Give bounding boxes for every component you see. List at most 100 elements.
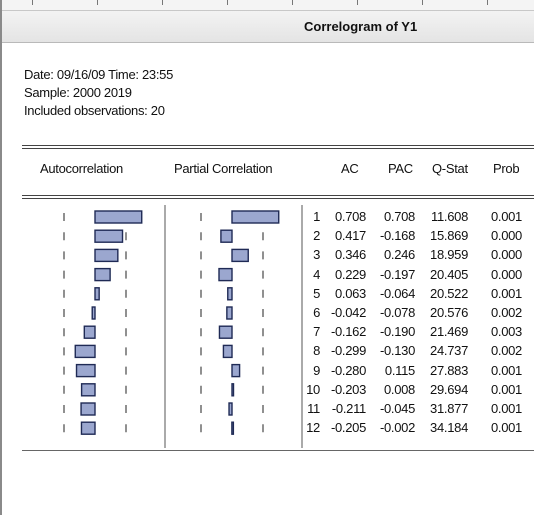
lag-cell: 5 <box>313 285 320 301</box>
qstat-cell: 24.737 <box>430 343 468 359</box>
pac-bar <box>226 306 233 320</box>
ac-cell: -0.162 <box>330 324 366 340</box>
ac-bar <box>80 402 96 416</box>
lag-cell: 12 <box>306 420 320 436</box>
lag-cell: 1 <box>313 209 320 224</box>
sample-line: Sample: 2000 2019 <box>24 85 132 100</box>
top-ruler <box>2 0 534 11</box>
lag-cell: 11 <box>307 401 320 416</box>
pac-cell: -0.197 <box>379 266 415 282</box>
ac-cell: -0.299 <box>330 343 366 359</box>
date-time-line: Date: 09/16/09 Time: 23:55 <box>24 67 174 82</box>
prob-cell: 0.001 <box>490 285 522 301</box>
ac-cell: 0.229 <box>334 266 366 282</box>
qstat-cell: 20.522 <box>430 285 468 301</box>
pac-bar <box>218 325 233 339</box>
prob-cell: 0.002 <box>490 305 522 320</box>
ac-cell: -0.205 <box>330 420 366 436</box>
pac-cell: -0.078 <box>379 305 415 320</box>
pac-bar <box>228 402 233 416</box>
pac-bar <box>218 267 233 282</box>
pac-bar <box>231 383 235 397</box>
ac-cell: -0.211 <box>331 401 366 416</box>
ac-bar <box>94 248 119 263</box>
ac-bar <box>94 210 143 224</box>
lag-cell: 7 <box>313 324 320 340</box>
prob-cell: 0.001 <box>490 401 522 416</box>
ac-bar <box>74 344 96 359</box>
lag-cell: 4 <box>313 266 320 282</box>
ac-cell: 0.063 <box>334 285 366 301</box>
pac-cell: -0.190 <box>379 324 415 340</box>
prob-cell: 0.000 <box>490 228 522 244</box>
pac-cell: 0.008 <box>383 381 415 397</box>
pac-cell: 0.115 <box>384 362 415 378</box>
pac-cell: -0.045 <box>379 401 415 416</box>
lag-cell: 6 <box>313 305 320 320</box>
prob-cell: 0.002 <box>490 343 522 359</box>
lag-cell: 8 <box>313 343 320 359</box>
pac-bar <box>231 363 241 378</box>
qstat-cell: 21.469 <box>430 324 468 340</box>
window-title: Correlogram of Y1 <box>304 19 418 34</box>
ac-bar <box>83 325 96 339</box>
ac-bar <box>75 363 96 378</box>
pac-bar <box>220 229 233 243</box>
ac-cell: -0.042 <box>330 305 366 320</box>
pac-bar <box>227 287 233 301</box>
ac-cell: -0.280 <box>330 362 366 378</box>
ac-cell: 0.346 <box>334 247 366 263</box>
table-divider <box>22 195 534 199</box>
ac-cell: -0.203 <box>330 381 366 397</box>
qstat-cell: 29.694 <box>430 381 468 397</box>
pac-cell: -0.064 <box>379 285 415 301</box>
pac-bar <box>231 248 249 263</box>
lag-cell: 2 <box>313 228 320 244</box>
prob-cell: 0.003 <box>490 324 522 340</box>
pac-cell: -0.130 <box>379 343 415 359</box>
bottom-divider <box>22 450 534 451</box>
qstat-cell: 15.869 <box>430 228 468 244</box>
prob-cell: 0.001 <box>490 362 522 378</box>
partial-correlation-header: Partial Correlation <box>174 161 273 176</box>
prob-header: Prob <box>493 161 520 176</box>
ac-bar <box>94 267 111 282</box>
lag-cell: 9 <box>313 362 320 378</box>
window-title-bar[interactable]: Correlogram of Y1 <box>2 11 534 43</box>
qstat-cell: 20.405 <box>430 266 468 282</box>
pac-cell: 0.246 <box>383 247 415 263</box>
prob-cell: 0.000 <box>490 266 522 282</box>
info-header: Date: 09/16/09 Time: 23:55 Sample: 2000 … <box>24 66 173 120</box>
lag-cell: 3 <box>313 247 320 263</box>
pac-cell: 0.708 <box>383 209 415 224</box>
ac-bar <box>94 229 124 243</box>
qstat-cell: 20.576 <box>430 305 468 320</box>
qstat-cell: 31.877 <box>430 401 468 416</box>
correlogram-window: Correlogram of Y1 Date: 09/16/09 Time: 2… <box>0 0 534 515</box>
pac-bar <box>231 210 280 224</box>
ac-bar <box>80 383 96 397</box>
observations-line: Included observations: 20 <box>24 103 165 118</box>
prob-cell: 0.001 <box>490 209 522 224</box>
pac-bar <box>231 421 235 435</box>
ac-bar <box>94 287 100 301</box>
ac-cell: 0.708 <box>334 209 366 224</box>
pac-cell: -0.168 <box>379 228 415 244</box>
pac-header: PAC <box>388 161 413 176</box>
pac-cell: -0.002 <box>379 420 415 436</box>
lag-cell: 10 <box>306 381 320 397</box>
header-divider <box>22 145 534 149</box>
qstat-cell: 34.184 <box>430 420 468 436</box>
ac-cell: 0.417 <box>334 228 366 244</box>
prob-cell: 0.001 <box>490 420 522 436</box>
qstat-cell: 11.608 <box>431 209 468 224</box>
prob-cell: 0.000 <box>490 247 522 263</box>
ac-bar <box>91 306 96 320</box>
ac-header: AC <box>341 161 359 176</box>
qstat-header: Q-Stat <box>432 161 468 176</box>
ac-bar <box>80 421 96 435</box>
autocorrelation-header: Autocorrelation <box>40 161 123 176</box>
qstat-cell: 27.883 <box>430 362 468 378</box>
qstat-cell: 18.959 <box>430 247 468 263</box>
pac-bar <box>222 344 233 359</box>
